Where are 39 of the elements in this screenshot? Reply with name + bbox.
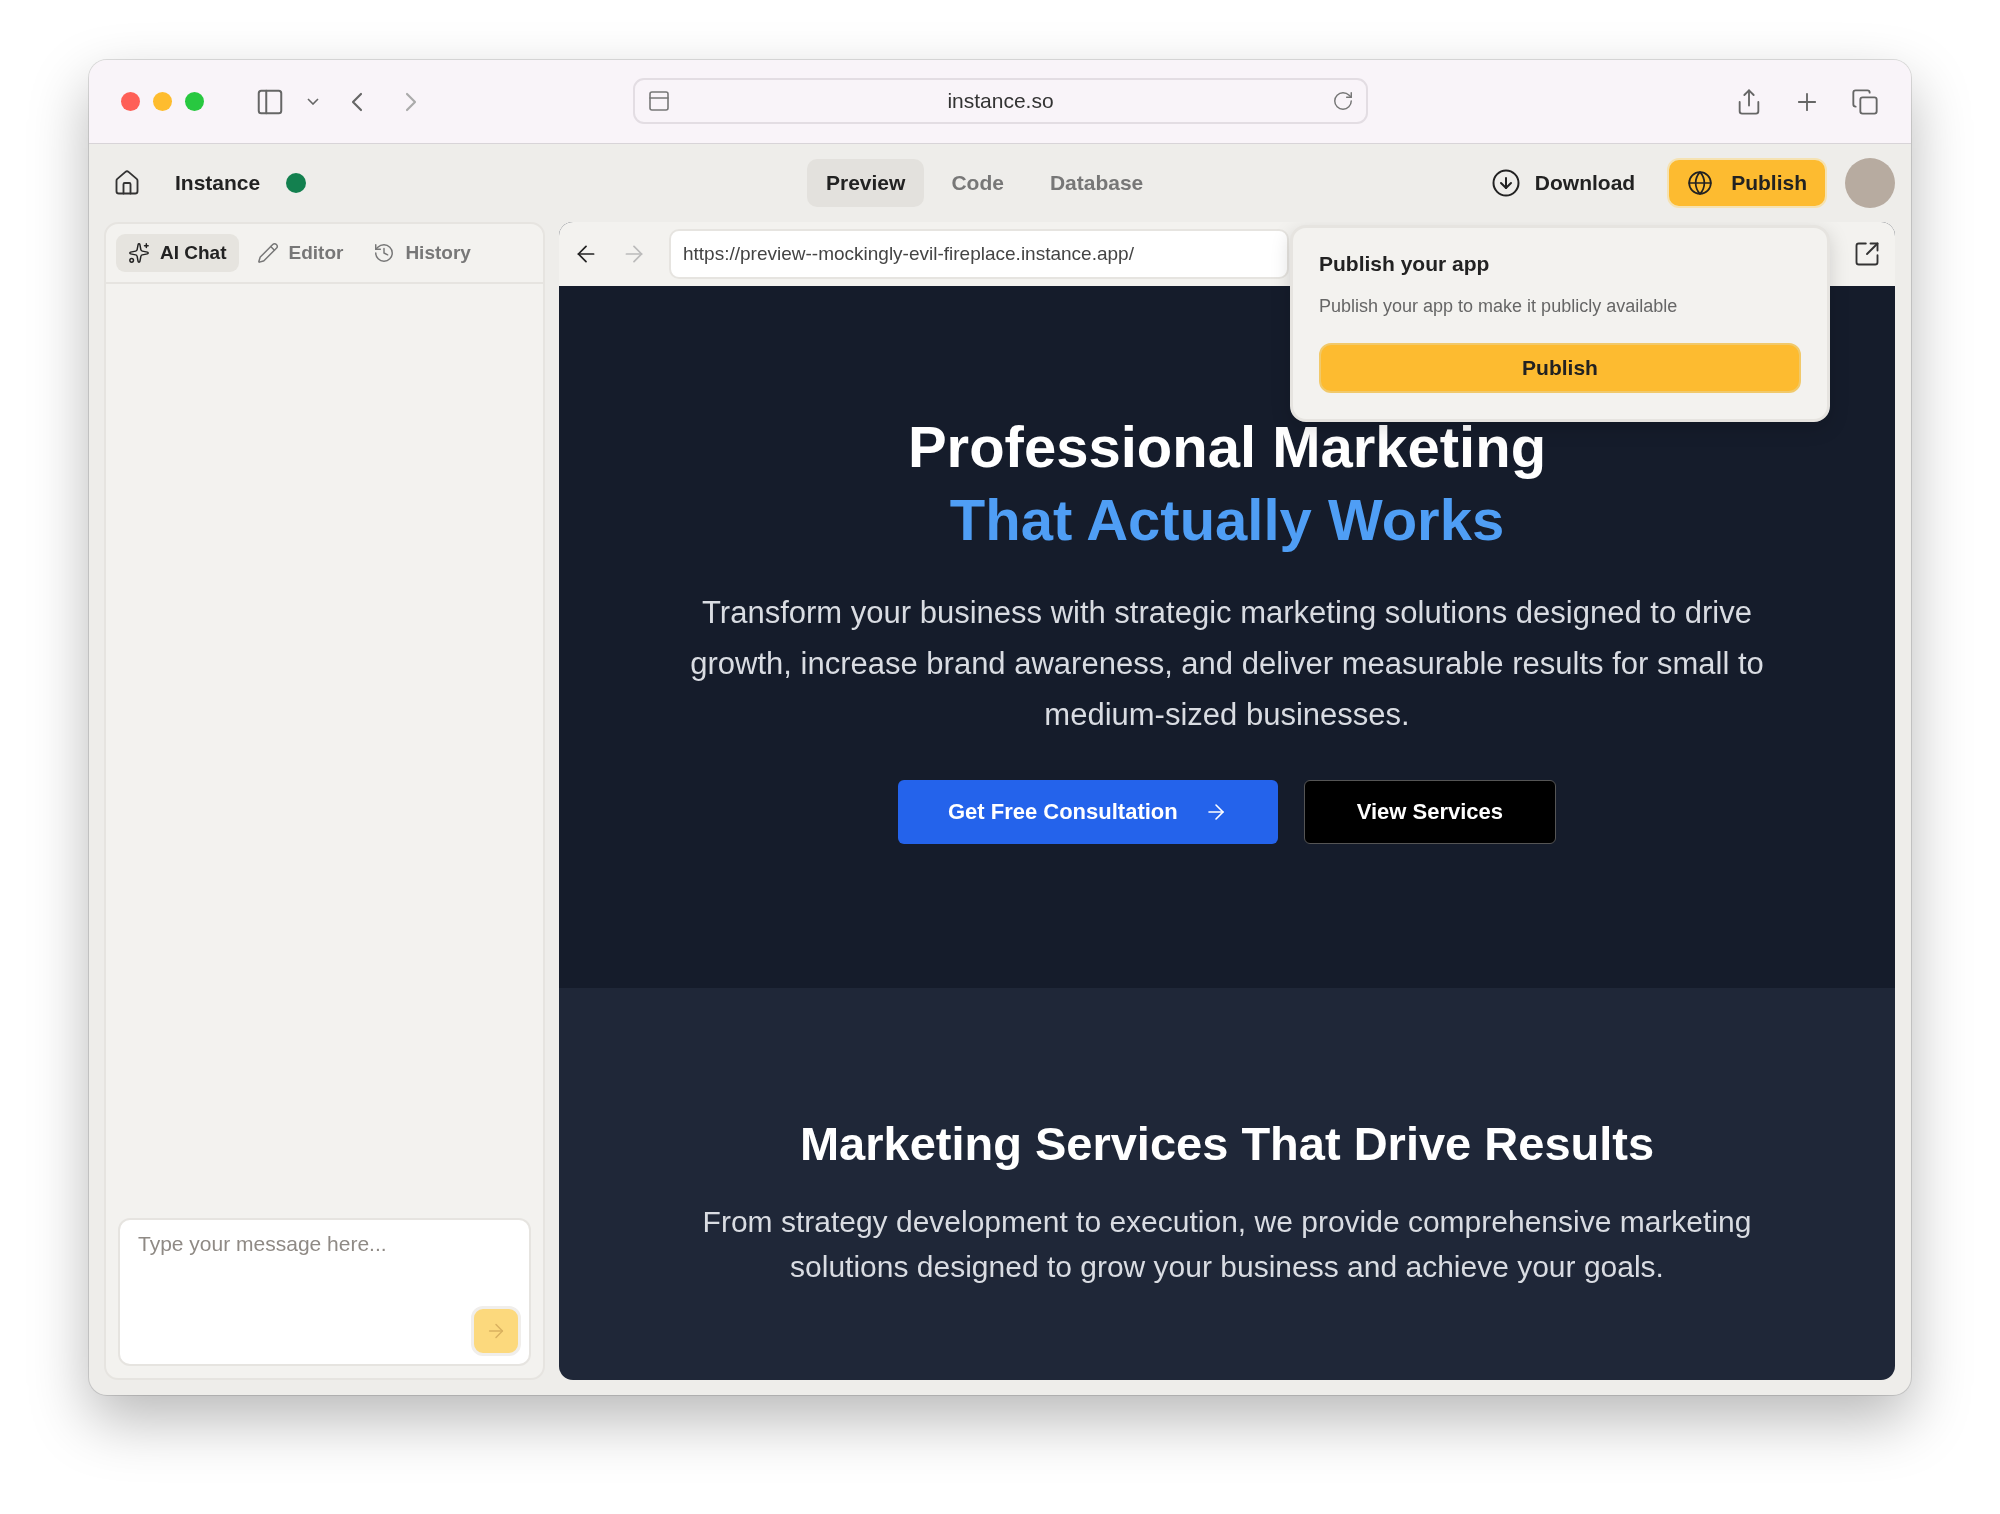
popover-title: Publish your app: [1319, 252, 1491, 276]
address-bar[interactable]: instance.so: [633, 78, 1368, 124]
zoom-button[interactable]: [185, 92, 204, 111]
sparkles-icon: [128, 242, 150, 264]
pencil-icon: [256, 242, 279, 264]
minimize-button[interactable]: [153, 92, 172, 111]
download-icon: [1490, 168, 1521, 198]
sidebar-tab[interactable]: Editor: [244, 234, 356, 272]
publish-button[interactable]: Publish: [1667, 158, 1827, 208]
sidebar-tab[interactable]: History: [361, 234, 483, 272]
page-icon: [647, 89, 671, 113]
url-field[interactable]: https://preview--mockingly-evil-fireplace.instance.app/: [669, 229, 1289, 279]
services-button[interactable]: View Services: [1303, 780, 1557, 844]
chevron-down-icon: [307, 98, 319, 105]
app-name: Instance: [175, 171, 261, 195]
close-button[interactable]: [121, 92, 140, 111]
section-title: Marketing Services That Drive Results: [799, 1116, 1655, 1171]
section-text: From strategy development to execution, we provide comprehensive marketing solutions designed to grow your business and achieve your goals.: [701, 1204, 1753, 1285]
external-link-icon: [1853, 240, 1881, 268]
home-icon: [113, 169, 141, 197]
hero-title: Professional Marketing: [907, 413, 1547, 481]
globe-icon: [1687, 170, 1714, 196]
send-button[interactable]: [471, 1306, 521, 1356]
consultation-button[interactable]: Get Free Consultation: [897, 780, 1278, 844]
sidebar-tab[interactable]: AI Chat: [116, 234, 239, 272]
publish-button[interactable]: Publish: [1319, 343, 1801, 393]
hero-text: Transform your business with strategic marketing solutions designed to drive growth, increase brand awareness, and deliver measurable results for small to medium-sized businesses.: [689, 594, 1765, 734]
tabs-icon: [1851, 87, 1879, 116]
view-tab[interactable]: Preview: [807, 159, 925, 207]
message-field[interactable]: Type your message here...: [120, 1220, 529, 1364]
popover-text: Publish your app to make it publicly available: [1319, 296, 1679, 317]
hero-highlight: That Actually Works: [949, 486, 1505, 554]
view-tab[interactable]: Database: [1030, 159, 1163, 207]
reload-icon: [1332, 90, 1354, 112]
history-icon: [373, 242, 396, 264]
download-button[interactable]: Download: [1476, 168, 1650, 198]
avatar[interactable]: [1845, 158, 1895, 208]
view-tab[interactable]: Code: [932, 159, 1023, 207]
status-dot: [286, 173, 307, 193]
